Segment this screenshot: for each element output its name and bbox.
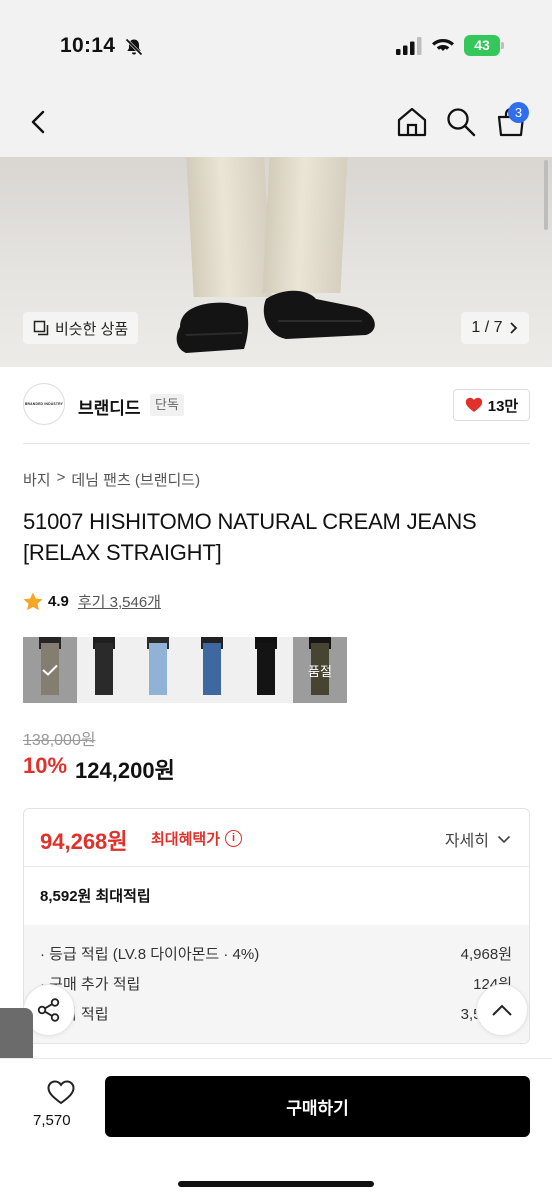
- app-header: [0, 88, 552, 157]
- points-list: · 등급 적립 (LV.8 다이아몬드 · 4%) 4,968원 · 구매 추가…: [24, 925, 529, 1043]
- points-row: · 후기 적립 3,500원: [40, 1003, 512, 1024]
- breadcrumb-subcategory[interactable]: 데님 팬츠 (브랜디드): [71, 469, 200, 490]
- home-indicator: [178, 1181, 374, 1187]
- battery-level: 43: [464, 35, 500, 56]
- brand-likes-count: 13만: [487, 397, 519, 415]
- swatch-model-pants: [149, 643, 167, 695]
- scroll-top-button[interactable]: [476, 984, 528, 1036]
- swatch-mid-blue[interactable]: [185, 637, 239, 703]
- star-icon: [23, 592, 43, 611]
- points-title: 8,592원 최대적립: [40, 888, 151, 905]
- shoes-image: [176, 290, 375, 353]
- price-row: 10% 124,200원: [23, 753, 175, 785]
- swatch-black[interactable]: [239, 637, 293, 703]
- points-row: · 구매 추가 적립 124원: [40, 973, 512, 994]
- detail-label: 자세히: [444, 833, 489, 850]
- brand-logo-text: BRANDED INDUSTRY: [24, 402, 64, 406]
- rating-row: 4.9 후기 3,546개: [23, 591, 161, 612]
- soldout-label: 품절: [293, 637, 347, 703]
- points-row-label: · 등급 적립 (LV.8 다이아몬드 · 4%): [40, 946, 260, 963]
- discount-rate: 10%: [23, 753, 68, 778]
- page-indicator-text: 1 / 7: [471, 319, 503, 336]
- buy-button-label: 구매하기: [286, 1099, 349, 1118]
- swatch-model-pants: [257, 643, 275, 695]
- max-benefit-text: 최대혜택가: [151, 831, 221, 848]
- sale-price: 124,200원: [75, 758, 175, 783]
- review-link[interactable]: 후기 3,546개: [78, 591, 161, 612]
- detail-toggle[interactable]: 자세히: [445, 827, 511, 851]
- chevron-right-icon: [509, 322, 517, 334]
- check-icon: [23, 637, 77, 703]
- benefit-box: 94,268원 최대혜택가 i 자세히 8,592원 최대적립 · 등급 적립 …: [23, 808, 530, 1044]
- exclusive-tag: 단독: [150, 394, 184, 416]
- image-page-indicator[interactable]: 1 / 7: [461, 312, 529, 344]
- max-benefit-price: 94,268원: [40, 829, 128, 854]
- product-title: 51007 HISHITOMO NATURAL CREAM JEANS [REL…: [23, 509, 477, 565]
- chevron-up-icon: [492, 1004, 512, 1016]
- rating-score: 4.9: [48, 593, 69, 610]
- swatch-black-wash[interactable]: [77, 637, 131, 703]
- swatch-olive[interactable]: 품절: [293, 637, 347, 703]
- brand-like-button[interactable]: 13만: [453, 389, 530, 421]
- wish-count: 7,570: [33, 1112, 71, 1129]
- chevron-down-icon: [497, 835, 511, 843]
- battery-tip: [501, 42, 504, 49]
- similar-icon: [33, 320, 49, 336]
- brand-row: BRANDED INDUSTRY 브랜디드 단독 13만: [0, 367, 552, 445]
- status-bar: 10:14 43: [0, 0, 552, 88]
- similar-products-button[interactable]: 비슷한 상품: [23, 312, 139, 344]
- signal-icon: [396, 37, 422, 55]
- share-icon: [37, 998, 60, 1022]
- pant-leg-left: [186, 157, 272, 297]
- wifi-icon: [432, 39, 454, 51]
- swatch-model-pants: [203, 643, 221, 695]
- heart-icon: [465, 397, 482, 412]
- back-icon[interactable]: [22, 105, 56, 139]
- swatch-light-blue[interactable]: [131, 637, 185, 703]
- cart-badge: 3: [508, 102, 529, 123]
- color-swatches: 품절: [23, 637, 347, 703]
- breadcrumb-category[interactable]: 바지: [23, 469, 51, 490]
- points-row-value: 4,968원: [460, 946, 512, 963]
- benefit-header[interactable]: 94,268원 최대혜택가 i 자세히: [24, 809, 529, 867]
- brand-name[interactable]: 브랜디드: [78, 394, 141, 419]
- battery-icon: 43: [464, 35, 504, 56]
- swatch-natural-cream[interactable]: [23, 637, 77, 703]
- breadcrumb-separator: >: [56, 469, 66, 486]
- heart-outline-icon: [46, 1080, 75, 1105]
- home-icon[interactable]: [395, 105, 429, 139]
- status-time: 10:14: [60, 34, 116, 57]
- page-scrollbar[interactable]: [544, 160, 548, 230]
- brand-logo[interactable]: BRANDED INDUSTRY: [23, 383, 65, 425]
- original-price: 138,000원: [23, 732, 96, 749]
- swatch-model-pants: [95, 643, 113, 695]
- similar-label: 비슷한 상품: [55, 320, 129, 338]
- divider: [23, 443, 530, 444]
- points-row: · 등급 적립 (LV.8 다이아몬드 · 4%) 4,968원: [40, 943, 512, 964]
- pant-leg-right: [262, 157, 348, 293]
- breadcrumb: 바지 > 데님 팬츠 (브랜디드): [23, 469, 200, 490]
- max-benefit-label: 최대혜택가 i: [151, 828, 243, 849]
- bell-off-icon: [124, 37, 144, 57]
- info-icon[interactable]: i: [225, 830, 243, 847]
- search-icon[interactable]: [444, 105, 478, 139]
- buy-button[interactable]: 구매하기: [105, 1076, 530, 1137]
